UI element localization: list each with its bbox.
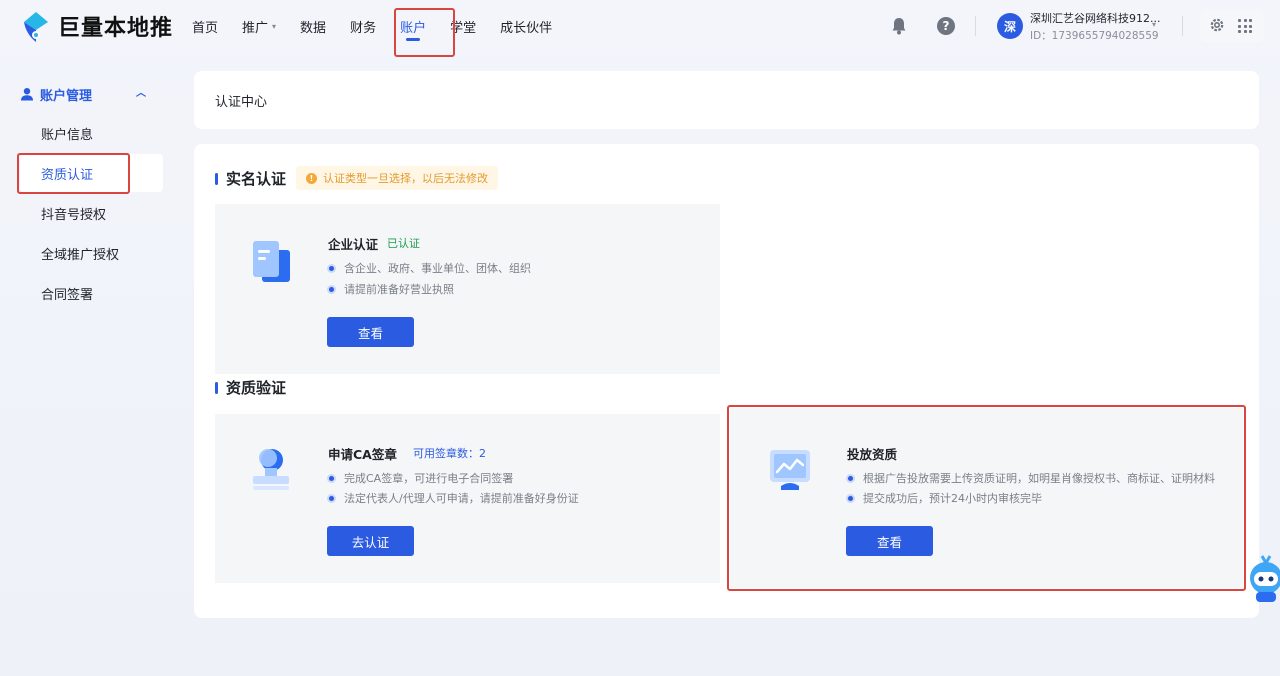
sidebar-item-label: 账户信息 [41, 127, 94, 143]
enterprise-bullet-1: 含企业、政府、事业单位、团体、组织 [329, 260, 531, 276]
sidebar-item-qualification[interactable]: 资质认证 [20, 154, 163, 192]
section-title-text: 实名认证 [226, 170, 287, 188]
sidebar-item-contract-sign[interactable]: 合同签署 [20, 274, 163, 312]
nav-finance[interactable]: 财务 [338, 0, 388, 52]
sidebar-item-label: 抖音号授权 [41, 207, 107, 223]
section-marker [215, 172, 218, 185]
nav-promotion-label: 推广 [242, 20, 269, 36]
nav-account[interactable]: 账户 [388, 0, 438, 52]
nav-data-label: 数据 [300, 20, 327, 36]
warning-notice: ! 认证类型一旦选择，以后无法修改 [296, 166, 498, 190]
sidebar-item-account-info[interactable]: 账户信息 [20, 114, 163, 152]
nav-account-label: 账户 [400, 20, 427, 36]
nav-home[interactable]: 首页 [180, 0, 230, 52]
logo-text: 巨量本地推 [58, 16, 174, 41]
ad-bullet-1: 根据广告投放需要上传资质证明，如明星肖像授权书、商标证、证明材料 [848, 470, 1215, 486]
chevron-down-icon: ▾ [272, 21, 277, 31]
enterprise-cert-panel [215, 204, 720, 374]
logo[interactable]: 巨量本地推 [20, 8, 173, 44]
enterprise-bullet-2: 请提前准备好营业执照 [329, 281, 454, 297]
ad-qualification-title: 投放资质 [847, 447, 898, 462]
chevron-up-icon[interactable]: ︿ [136, 84, 146, 99]
section-marker [215, 381, 218, 394]
monitor-chart-illustration-icon [767, 446, 813, 496]
main-nav: 首页 推广 ▾ 数据 财务 账户 学堂 成长伙伴 [180, 0, 564, 52]
assistant-mascot-icon[interactable] [1244, 548, 1280, 604]
ad-bullet-2: 提交成功后，预计24小时内审核完毕 [848, 490, 1042, 506]
ca-bullet-1: 完成CA签章，可进行电子合同签署 [329, 470, 513, 486]
sidebar-item-global-promo-auth[interactable]: 全域推广授权 [20, 234, 163, 272]
info-icon: ! [306, 172, 317, 184]
nav-data[interactable]: 数据 [288, 0, 338, 52]
account-name[interactable]: 深圳汇艺谷网络科技912... [1030, 10, 1161, 26]
stamp-illustration-icon [250, 446, 292, 496]
nav-academy[interactable]: 学堂 [438, 0, 488, 52]
available-seals-badge: 可用签章数：2 [413, 447, 486, 460]
status-badge-certified: 已认证 [387, 237, 420, 250]
divider [1182, 16, 1183, 36]
nav-academy-label: 学堂 [450, 20, 477, 36]
page-title: 认证中心 [215, 94, 268, 110]
sidebar-item-label: 资质认证 [41, 167, 94, 183]
user-icon [20, 87, 34, 101]
nav-home-label: 首页 [192, 20, 219, 36]
help-icon[interactable]: ? [937, 17, 955, 35]
logo-icon [20, 8, 52, 44]
settings-icon[interactable] [1208, 16, 1226, 34]
nav-growth-partner-label: 成长伙伴 [500, 20, 553, 36]
document-illustration-icon [250, 238, 292, 288]
ca-bullet-2: 法定代表人/代理人可申请，请提前准备好身份证 [329, 490, 579, 506]
bell-icon[interactable] [889, 16, 909, 36]
nav-growth-partner[interactable]: 成长伙伴 [488, 0, 564, 52]
section-title-qualification: 资质验证 [215, 377, 286, 398]
top-navigation-bar: 巨量本地推 首页 推广 ▾ 数据 财务 账户 学堂 成长伙伴 [0, 0, 1280, 52]
avatar[interactable]: 深 [997, 13, 1023, 39]
enterprise-cert-title: 企业认证 [328, 237, 379, 252]
ca-sign-title: 申请CA签章 [328, 447, 397, 462]
account-chevron-down-icon[interactable]: ▾ [1152, 20, 1156, 29]
sidebar-item-douyin-auth[interactable]: 抖音号授权 [20, 194, 163, 232]
account-id: ID：1739655794028559 [1030, 30, 1159, 42]
nav-finance-label: 财务 [350, 20, 377, 36]
nav-promotion[interactable]: 推广 ▾ [230, 0, 288, 52]
divider [975, 16, 976, 36]
apps-grid-icon[interactable] [1238, 19, 1252, 33]
section-title-text: 资质验证 [226, 379, 287, 397]
notice-text: 认证类型一旦选择，以后无法修改 [323, 172, 488, 185]
page-header-card: 认证中心 [194, 71, 1259, 129]
sidebar-group-account-management[interactable]: 账户管理 ︿ [20, 82, 160, 106]
section-title-realname: 实名认证 [215, 168, 286, 189]
ad-qualification-view-button[interactable]: 查看 [846, 526, 933, 556]
sidebar-item-label: 全域推广授权 [41, 247, 120, 263]
ca-go-certify-button[interactable]: 去认证 [327, 526, 414, 556]
enterprise-view-button[interactable]: 查看 [327, 317, 414, 347]
sidebar-group-label: 账户管理 [40, 88, 93, 104]
sidebar-item-label: 合同签署 [41, 287, 94, 303]
